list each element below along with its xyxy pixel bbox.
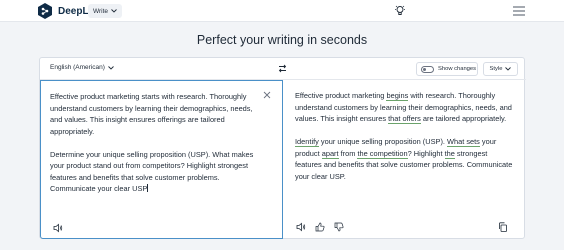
suggested-change[interactable]: What sets <box>447 137 480 147</box>
suggested-change[interactable]: the competition <box>357 148 408 159</box>
source-paragraph-text: Determine your unique selling propositio… <box>50 149 254 194</box>
editor-toolbar: English (American) Show changes Style <box>40 58 526 80</box>
text-segment: ? Highlight <box>407 148 445 158</box>
style-label: Style <box>489 66 503 72</box>
show-changes-label: Show changes <box>438 66 477 72</box>
editor-panel: English (American) Show changes Style Ef… <box>39 57 526 239</box>
source-paragraph: Determine your unique selling propositio… <box>50 149 265 195</box>
source-paragraph: Effective product marketing starts with … <box>50 92 253 136</box>
text-segment: from <box>338 148 358 158</box>
app-name: DeepL <box>58 5 89 17</box>
thumbs-up-icon[interactable] <box>315 222 325 232</box>
chevron-down-icon <box>505 67 512 71</box>
language-label: English (American) <box>50 64 105 71</box>
hamburger-menu-icon[interactable] <box>513 6 525 16</box>
style-dropdown[interactable]: Style <box>483 62 518 76</box>
suggested-change[interactable]: begins <box>386 91 409 101</box>
suggested-change[interactable]: apart <box>321 148 339 159</box>
language-select[interactable]: English (American) <box>50 64 114 71</box>
text-segment: Effective product marketing <box>295 91 387 100</box>
improved-paragraph: Effective product marketing begins with … <box>295 90 515 125</box>
mode-dropdown[interactable]: Write <box>88 4 123 18</box>
swap-icon[interactable] <box>278 64 287 73</box>
show-changes-toggle[interactable]: Show changes <box>416 62 478 76</box>
top-bar: DeepL Write <box>0 0 564 22</box>
suggested-change[interactable]: that offers <box>388 114 421 124</box>
mode-label: Write <box>93 7 109 15</box>
improved-text: Effective product marketing begins with … <box>295 90 515 194</box>
clear-text-icon[interactable] <box>263 91 271 99</box>
deepl-logo[interactable]: DeepL <box>38 3 89 19</box>
text-segment: your unique selling proposition (USP). <box>318 137 448 146</box>
source-text-area[interactable]: Effective product marketing starts with … <box>40 80 283 239</box>
suggested-change[interactable]: Identify <box>295 137 319 147</box>
thumbs-down-icon[interactable] <box>334 222 344 232</box>
deepl-logo-icon <box>38 3 52 19</box>
toggle-switch[interactable] <box>421 65 434 73</box>
improved-paragraph: Identify your unique selling proposition… <box>295 136 515 182</box>
improved-text-area: Effective product marketing begins with … <box>283 80 525 239</box>
chevron-down-icon <box>111 9 117 13</box>
copy-icon[interactable] <box>498 222 508 232</box>
lightbulb-icon[interactable] <box>395 5 405 17</box>
chevron-down-icon <box>108 65 114 70</box>
suggested-change[interactable]: the <box>444 148 455 159</box>
source-text[interactable]: Effective product marketing starts with … <box>50 91 265 206</box>
page-title: Perfect your writing in seconds <box>196 33 368 47</box>
text-cursor <box>147 184 149 192</box>
speaker-icon[interactable] <box>53 223 63 233</box>
text-segment: are tailored appropriately. <box>420 114 507 123</box>
speaker-icon[interactable] <box>296 222 306 232</box>
